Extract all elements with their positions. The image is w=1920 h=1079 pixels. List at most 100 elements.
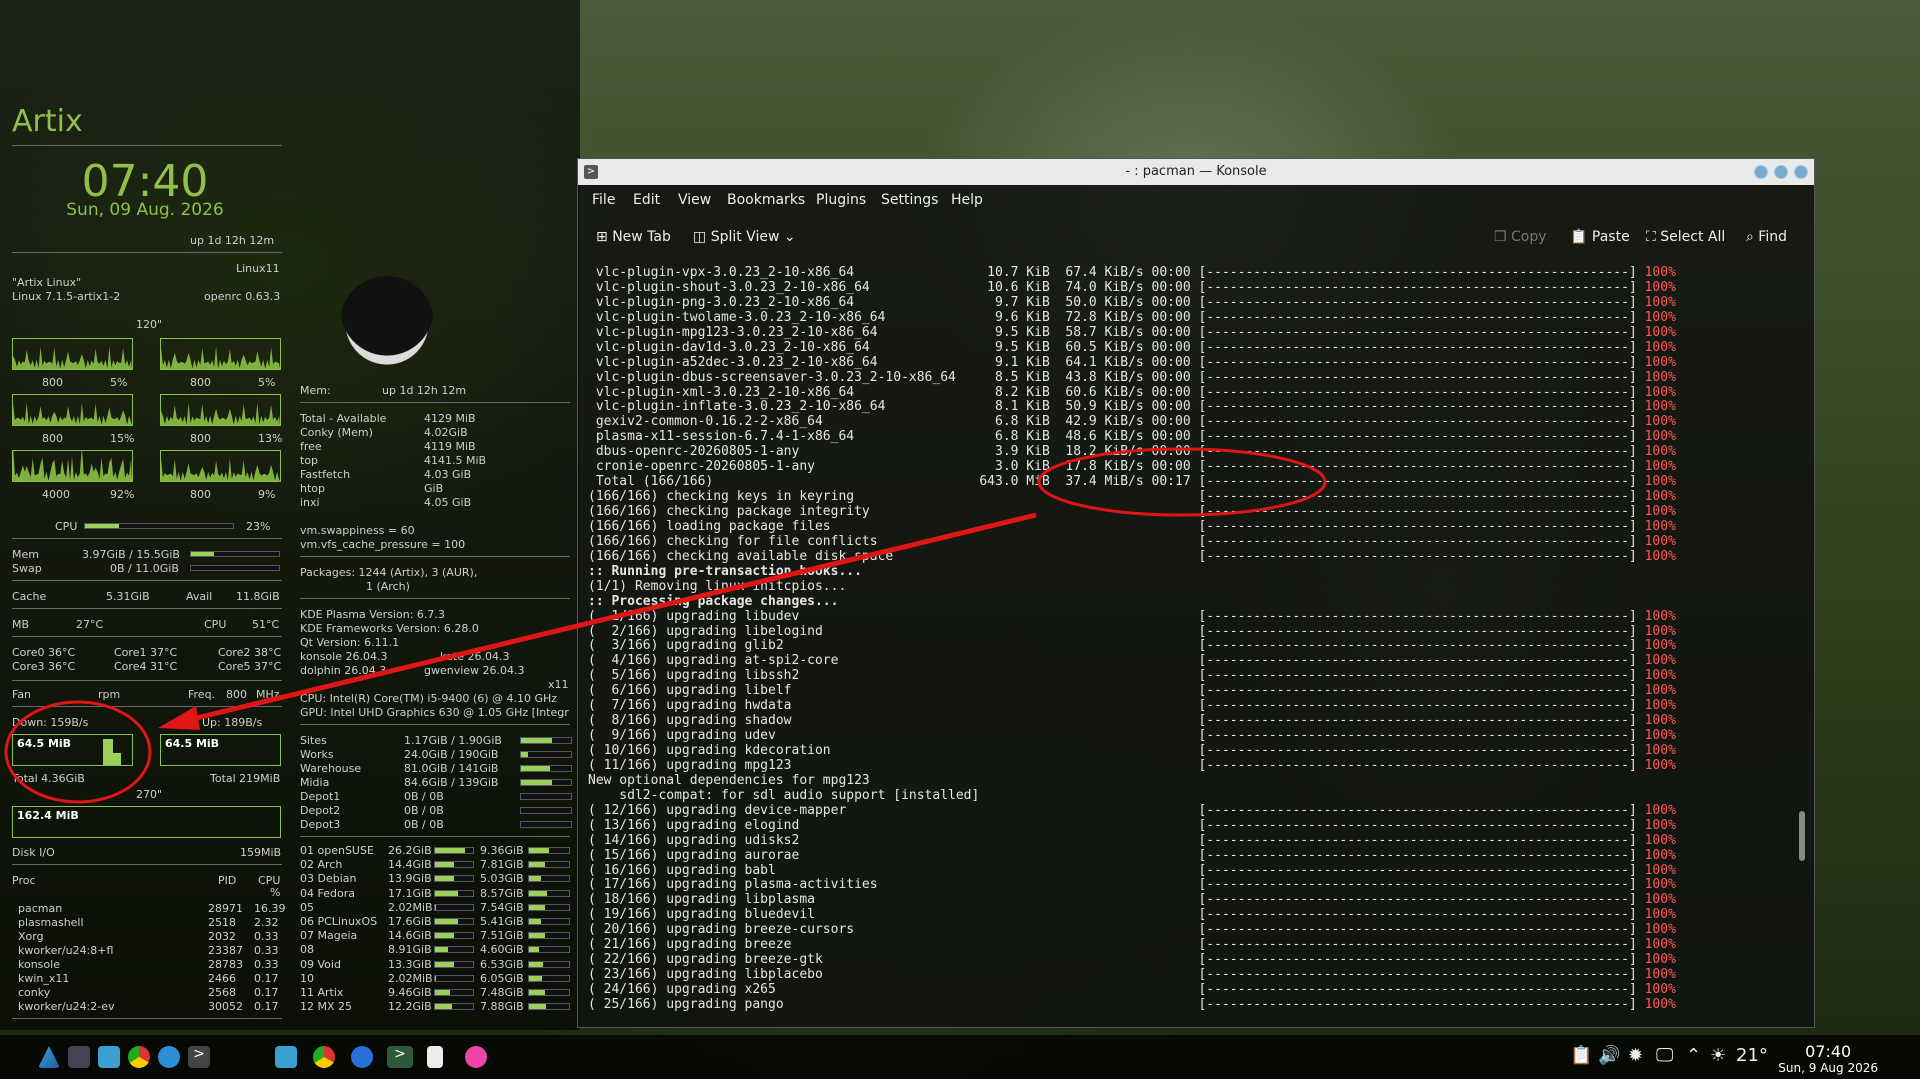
cpu-core-freq: 800 xyxy=(42,432,63,445)
conky-host: Linux11 xyxy=(236,262,280,275)
distro-used: 9.46GiB xyxy=(388,986,432,999)
distro-name: 12 MX 25 xyxy=(300,1000,353,1014)
konsole-window[interactable]: > - : pacman — Konsole File Edit View Bo… xyxy=(577,158,1815,1028)
distro-free: 8.57GiB xyxy=(480,886,524,900)
media-task-icon[interactable] xyxy=(465,1046,487,1068)
pct-label: % xyxy=(270,886,281,899)
mem-report-key: top xyxy=(300,454,319,467)
net-up-graph: 64.5 MiB xyxy=(160,734,281,766)
process-name: kwin_x11 xyxy=(18,972,70,985)
mount-usage: 0B / 0B xyxy=(404,804,444,817)
cpu-core-pct: 13% xyxy=(258,432,283,445)
mount-bar xyxy=(520,793,572,800)
distro-free: 7.88GiB xyxy=(480,1000,524,1014)
mem-col-label: Mem: xyxy=(300,384,331,397)
terminal-line: ( 5/166) upgrading libssh2 [------------… xyxy=(588,668,1676,684)
net-down: Down: 159B/s xyxy=(12,716,89,729)
cpu-bar xyxy=(84,523,234,529)
distro-used: 26.2GiB xyxy=(388,844,432,857)
core-temp: Core5 37°C xyxy=(218,660,282,673)
distro-name: 02 Arch xyxy=(300,858,343,872)
chrome-icon[interactable] xyxy=(128,1046,150,1068)
maximize-button[interactable] xyxy=(1774,165,1788,179)
terminal-output[interactable]: vlc-plugin-vpx-3.0.23_2-10-x86_64 10.7 K… xyxy=(588,266,1788,1018)
core-temp: Core0 36°C xyxy=(12,646,76,659)
file-manager-task-icon[interactable] xyxy=(275,1046,297,1068)
process-name: plasmashell xyxy=(18,916,84,929)
mem-label: Mem xyxy=(12,548,39,561)
qt-version: Qt Version: 6.11.1 xyxy=(300,636,400,649)
select-all-button[interactable]: ⛶ Select All xyxy=(1646,229,1725,245)
cpu-core-freq: 800 xyxy=(190,488,211,501)
process-name: kworker/u24:2-ev xyxy=(18,1000,115,1013)
browser-task-icon[interactable] xyxy=(351,1046,373,1068)
menu-help[interactable]: Help xyxy=(951,192,983,208)
task-manager-icon[interactable] xyxy=(68,1046,90,1068)
cpu-pct: 23% xyxy=(246,520,271,533)
close-button[interactable] xyxy=(1794,165,1808,179)
document-task-icon[interactable] xyxy=(427,1046,443,1068)
find-button[interactable]: ⌕ Find xyxy=(1746,229,1787,245)
distro-bar xyxy=(528,932,570,940)
weather-icon[interactable]: ☀ xyxy=(1710,1045,1726,1066)
tray-expand-icon[interactable]: ⌃ xyxy=(1686,1045,1701,1066)
process-cpu: 0.17 xyxy=(254,972,279,985)
process-pid: 2518 xyxy=(208,916,236,929)
cpu-core-graph xyxy=(12,450,133,482)
menu-view[interactable]: View xyxy=(678,192,711,208)
mount-usage: 24.0GiB / 190GiB xyxy=(404,748,499,761)
mount-usage: 81.0GiB / 141GiB xyxy=(404,762,499,775)
distro-free: 4.60GiB xyxy=(480,943,524,957)
volume-icon[interactable]: 🔊 xyxy=(1598,1045,1620,1066)
cpu-core-pct: 92% xyxy=(110,488,135,501)
copy-button[interactable]: ❐ Copy xyxy=(1494,229,1547,245)
terminal-line: vlc-plugin-vpx-3.0.23_2-10-x86_64 10.7 K… xyxy=(588,266,1676,280)
process-cpu: 0.17 xyxy=(254,986,279,999)
terminal-line: vlc-plugin-dbus-screensaver-3.0.23_2-10-… xyxy=(588,369,1676,385)
menu-file[interactable]: File xyxy=(592,192,615,208)
copy-icon: ❐ xyxy=(1494,229,1507,245)
terminal-scrollbar[interactable] xyxy=(1799,811,1805,861)
menu-edit[interactable]: Edit xyxy=(633,192,660,208)
terminal-icon[interactable]: > xyxy=(188,1046,210,1068)
distro-free: 7.51GiB xyxy=(480,929,524,943)
process-name: pacman xyxy=(18,902,63,915)
freq-value: 800 xyxy=(226,688,247,701)
distro-bar xyxy=(434,1003,474,1011)
select-all-icon: ⛶ xyxy=(1646,229,1656,245)
weather-temp[interactable]: 21° xyxy=(1736,1045,1768,1066)
terminal-line: ( 1/166) upgrading libudev [------------… xyxy=(588,608,1676,624)
menu-bookmarks[interactable]: Bookmarks xyxy=(727,192,805,208)
distro-name: 04 Fedora xyxy=(300,886,355,900)
brightness-icon[interactable]: ✹ xyxy=(1628,1045,1643,1066)
minimize-button[interactable] xyxy=(1754,165,1768,179)
menu-settings[interactable]: Settings xyxy=(881,192,938,208)
new-tab-button[interactable]: ⊞ New Tab xyxy=(596,229,671,245)
cpu-info: CPU: Intel(R) Core(TM) i5-9400 (6) @ 4.1… xyxy=(300,692,558,705)
app-launcher-icon[interactable] xyxy=(38,1046,60,1068)
distro-bar xyxy=(528,875,570,883)
clipboard-icon[interactable]: 📋 xyxy=(1570,1045,1592,1066)
file-manager-icon[interactable] xyxy=(98,1046,120,1068)
process-cpu: 0.33 xyxy=(254,930,279,943)
core-temp: Core3 36°C xyxy=(12,660,76,673)
terminal-line: vlc-plugin-xml-3.0.23_2-10-x86_64 8.2 Ki… xyxy=(588,384,1676,400)
terminal-line: vlc-plugin-shout-3.0.23_2-10-x86_64 10.6… xyxy=(588,279,1676,295)
distro-free: 9.36GiB xyxy=(480,844,524,857)
terminal-line: vlc-plugin-dav1d-3.0.23_2-10-x86_64 9.5 … xyxy=(588,339,1676,355)
chevron-down-icon: ⌄ xyxy=(783,229,796,245)
chrome-task-icon[interactable] xyxy=(313,1046,335,1068)
distro-free: 7.48GiB xyxy=(480,986,524,999)
cpu-core-pct: 9% xyxy=(258,488,276,501)
taskbar-clock[interactable]: 07:40 Sun, 9 Aug 2026 xyxy=(1778,1042,1878,1075)
fan-unit: rpm xyxy=(98,688,121,701)
mount-bar xyxy=(520,737,572,744)
network-icon[interactable]: 🖵 xyxy=(1656,1045,1673,1066)
paste-button[interactable]: 📋 Paste xyxy=(1570,229,1630,245)
konsole-task-icon[interactable]: > xyxy=(387,1046,413,1068)
split-view-button[interactable]: ◫ Split View ⌄ xyxy=(693,229,796,245)
menu-plugins[interactable]: Plugins xyxy=(816,192,866,208)
browser-icon[interactable] xyxy=(158,1046,180,1068)
terminal-line: ( 17/166) upgrading plasma-activities [-… xyxy=(588,877,1676,893)
window-titlebar[interactable]: > - : pacman — Konsole xyxy=(578,159,1814,185)
